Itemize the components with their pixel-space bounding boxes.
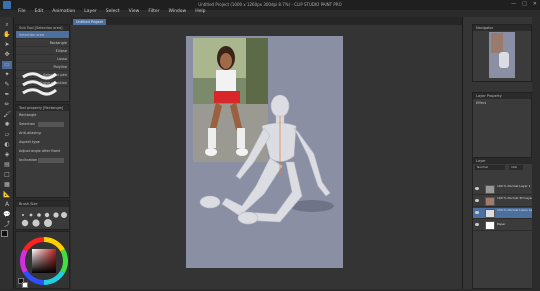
frame-tool-icon[interactable]: ▦ (2, 181, 12, 189)
subtool-item[interactable]: Selection area (16, 31, 69, 39)
menu-layer[interactable]: Layer (84, 9, 97, 14)
gradient-icon[interactable]: ▤ (2, 161, 12, 169)
move-layer-icon[interactable]: ✥ (2, 51, 12, 59)
menu-window[interactable]: Window (168, 9, 186, 14)
maximize-button[interactable]: □ (522, 1, 527, 7)
right-icon-strip (532, 17, 540, 289)
subtool-item[interactable]: Lasso (16, 55, 69, 63)
layer-thumbnail (485, 209, 495, 218)
layer-row[interactable]: Paper (473, 220, 540, 231)
layer-thumbnail (485, 197, 495, 206)
layer-thumbnail (485, 185, 495, 194)
tool-property-panel: Tool property [Rectangle] Rectangle Sele… (15, 104, 70, 198)
text-tool-icon[interactable]: A (2, 201, 12, 209)
subtool-panel: Sub Tool [Selection area] Selection area… (15, 24, 70, 102)
sub-color-chip[interactable] (22, 282, 28, 288)
fill-tool-icon[interactable]: ◈ (2, 151, 12, 159)
color-wheel-panel (15, 231, 70, 289)
canvas-artwork[interactable] (186, 36, 343, 268)
property-label: Selection (19, 122, 36, 126)
subtool-item-label: Ellipse (55, 49, 67, 53)
layer-thumbnail (485, 221, 495, 230)
brush-size-header: Brush Size (16, 201, 69, 207)
layer-row[interactable]: 100 % Normal 3D Layer (473, 196, 540, 207)
brush-size-panel: Brush Size (15, 200, 70, 230)
property-row[interactable]: Inclination (16, 156, 69, 165)
property-label: Aspect type (19, 140, 40, 144)
inclination-buttons[interactable] (38, 158, 64, 163)
minimize-button[interactable]: — (511, 1, 516, 7)
visibility-eye-icon[interactable] (475, 199, 479, 202)
property-label: Adjust angle after fixed (19, 149, 60, 153)
visibility-eye-icon[interactable] (475, 223, 479, 226)
brush-tool-icon[interactable]: 🖌 (2, 111, 12, 119)
airbrush-icon[interactable]: ✺ (2, 121, 12, 129)
subtool-item-label: Selection area (19, 33, 45, 37)
subtool-item-label: Lasso (57, 57, 67, 61)
visibility-eye-icon[interactable] (475, 211, 479, 214)
tool-strip: ⌕ ✋ ➤ ✥ ▭ ✦ ✎ ✒ ✏ 🖌 ✺ ▱ ◐ ◈ ▤ □ ▦ 📐 A 💬 … (0, 17, 14, 289)
pencil-tool-icon[interactable]: ✏ (2, 101, 12, 109)
menu-filter[interactable]: Filter (148, 9, 159, 14)
zoom-tool-icon[interactable]: ⌕ (2, 21, 12, 29)
navigator-preview[interactable] (489, 32, 515, 78)
app-icon (3, 1, 11, 9)
subtool-item-label: Rectangle (49, 41, 67, 45)
property-row[interactable]: Adjust angle after fixed (16, 147, 69, 156)
figure-tool-icon[interactable]: □ (2, 171, 12, 179)
brush-size-presets[interactable] (19, 210, 67, 228)
effect-label: Effect (476, 101, 487, 105)
operation-tool-icon[interactable]: ➤ (2, 41, 12, 49)
navigator-header: Navigator (473, 25, 531, 31)
correct-line-icon[interactable]: ⤴ (2, 221, 12, 229)
layer-row[interactable]: 100 % Normal Layer 1 (473, 184, 540, 195)
menu-file[interactable]: File (18, 9, 26, 14)
balloon-tool-icon[interactable]: 💬 (2, 211, 12, 219)
eraser-icon[interactable]: ▱ (2, 131, 12, 139)
eyedropper-icon[interactable]: ✎ (2, 81, 12, 89)
navigator-panel: Navigator (472, 24, 532, 82)
property-row[interactable]: Selection (16, 120, 69, 129)
hand-tool-icon[interactable]: ✋ (2, 31, 12, 39)
property-row[interactable]: Anti-aliasing (16, 129, 69, 138)
selection-mode-buttons[interactable] (38, 122, 64, 127)
subtool-item[interactable]: Rectangle (16, 39, 69, 47)
brush-stroke-preview-icon (22, 72, 57, 96)
tool-name: Rectangle (19, 113, 37, 117)
menu-select[interactable]: Select (106, 9, 120, 14)
layer-property-panel: Layer Property Effect (472, 92, 532, 158)
pen-tool-icon[interactable]: ✒ (2, 91, 12, 99)
menu-animation[interactable]: Animation (52, 9, 75, 14)
property-row[interactable]: Aspect type (16, 138, 69, 147)
window-title: Untitled Project (1000 x 1260px 300dpi 8… (198, 2, 342, 7)
window-controls: — □ ✕ (511, 1, 537, 7)
ruler-tool-icon[interactable]: 📐 (2, 191, 12, 199)
property-label: Anti-aliasing (19, 131, 41, 135)
main-color-swatch[interactable] (1, 230, 8, 237)
blend-mode-select[interactable]: Normal (475, 165, 505, 170)
selection-tool-icon[interactable]: ▭ (2, 61, 12, 69)
layer-row[interactable]: 100 % Normal Lasso Layer (473, 208, 540, 219)
document-tab-bar (71, 17, 462, 25)
property-label: Inclination (19, 158, 38, 162)
auto-select-icon[interactable]: ✦ (2, 71, 12, 79)
visibility-eye-icon[interactable] (475, 187, 479, 190)
opacity-field[interactable]: 100 (509, 165, 523, 170)
menu-help[interactable]: Help (195, 9, 205, 14)
blend-tool-icon[interactable]: ◐ (2, 141, 12, 149)
layer-panel-header: Layer (473, 158, 539, 164)
menu-bar: File Edit Animation Layer Select View Fi… (18, 9, 206, 14)
layer-panel: Layer Normal 100 100 % Normal Layer 1 10… (472, 157, 540, 289)
menu-edit[interactable]: Edit (35, 9, 44, 14)
menu-view[interactable]: View (129, 9, 140, 14)
subtool-item[interactable]: Ellipse (16, 47, 69, 55)
close-button[interactable]: ✕ (533, 1, 537, 7)
